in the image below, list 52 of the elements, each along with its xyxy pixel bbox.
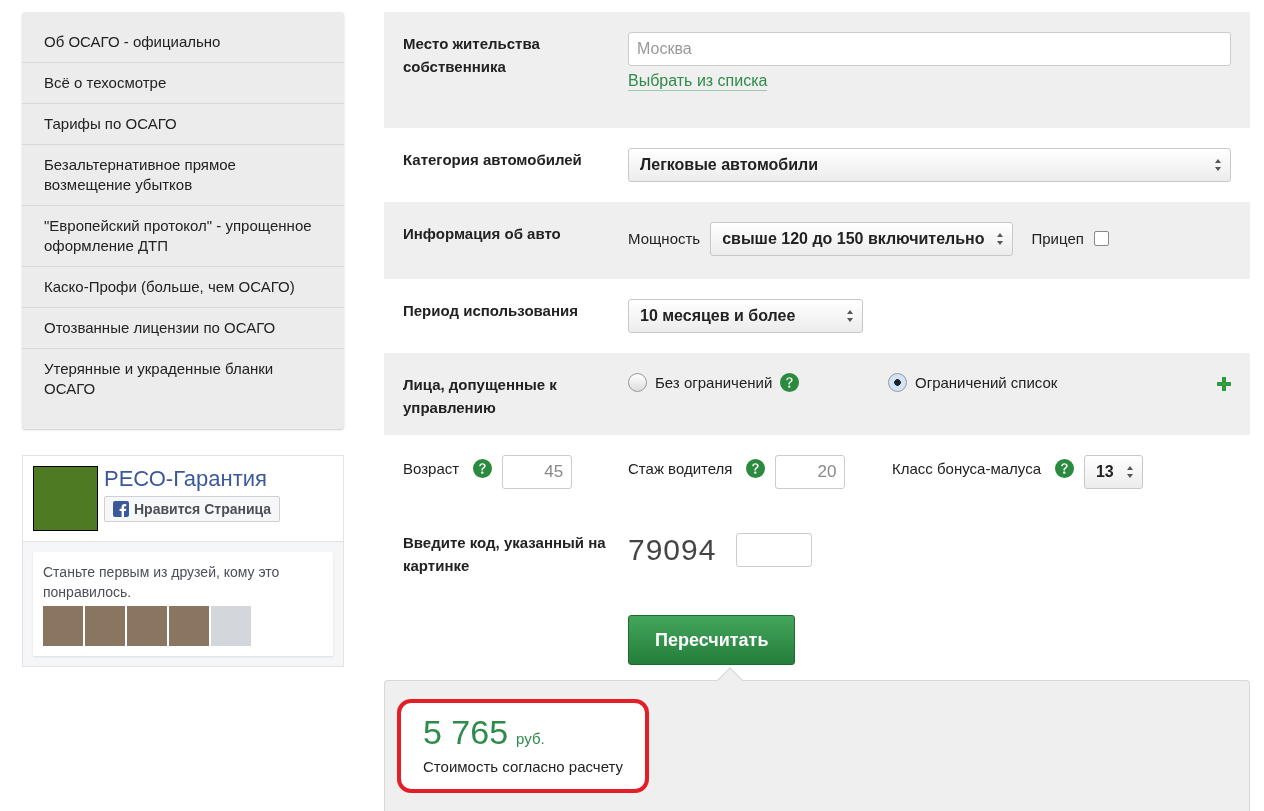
captcha-code: 79094 [628, 533, 717, 567]
sidebar-link[interactable]: Всё о техосмотре [22, 63, 344, 104]
friends-message: Станьте первым из друзей, кому это понравилось. [43, 563, 281, 602]
choose-from-list-link[interactable]: Выбрать из списка [628, 72, 768, 91]
sidebar-link[interactable]: "Европейский протокол" - упрощенное оформление ДТП [22, 206, 344, 267]
radio-button[interactable] [888, 373, 907, 392]
plus-icon[interactable] [1217, 377, 1231, 391]
field-label: Информация об авто [403, 224, 562, 244]
page-name-link[interactable]: РЕСО-Гарантия [104, 466, 281, 492]
select-arrows-icon [1125, 465, 1134, 479]
power-label: Мощность [628, 229, 701, 249]
help-icon[interactable] [780, 373, 800, 392]
field-label: Стаж водителя [628, 459, 733, 479]
field-label: Класс бонуса-малуса [892, 459, 1041, 479]
number-input[interactable]: 20 [775, 455, 846, 489]
field-label: Введите код, указанный на картинке [403, 533, 607, 576]
residence-input[interactable]: Москва [628, 32, 1231, 66]
captcha-input[interactable] [736, 533, 813, 567]
recalculate-button[interactable]: Пересчитать [628, 615, 796, 665]
radio-button[interactable] [628, 373, 647, 392]
field-label: Категория автомобилей [403, 150, 583, 170]
facebook-icon [113, 501, 129, 517]
sidebar-link[interactable]: Отозванные лицензии по ОСАГО [22, 308, 344, 349]
trailer-label: Прицеп [1031, 229, 1084, 249]
sidebar-link[interactable]: Тарифы по ОСАГО [22, 104, 344, 145]
field-label: Период использования [403, 301, 579, 321]
radio-label: Ограничений список [915, 374, 1058, 391]
help-icon[interactable] [746, 459, 766, 478]
currency-label: руб. [516, 730, 545, 747]
field-label: Лица, допущенные к управлению [403, 375, 558, 415]
sidebar-link[interactable]: Об ОСАГО - официально [22, 22, 344, 63]
radio-label: Без ограничений [655, 374, 773, 391]
category-select[interactable]: Легковые автомобили [628, 148, 1231, 182]
sidebar-link[interactable]: Каско-Профи (больше, чем ОСАГО) [22, 267, 344, 308]
like-button[interactable]: Нравится Страница [104, 496, 281, 522]
price-amount: 5 765 [423, 713, 509, 751]
price-caption: Стоимость согласно расчету [423, 758, 624, 775]
trailer-checkbox[interactable] [1093, 231, 1109, 246]
help-icon[interactable] [1054, 459, 1074, 478]
bonus-class-select[interactable]: 13 [1083, 455, 1143, 489]
field-label: Место жительства собственника [403, 34, 541, 77]
period-select[interactable]: 10 месяцев и более [628, 299, 863, 333]
power-select[interactable]: свыше 120 до 150 включительно [710, 222, 1014, 256]
select-arrows-icon [846, 309, 854, 323]
help-icon[interactable] [473, 459, 493, 478]
field-label: Возраст [403, 459, 460, 479]
sidebar-link[interactable]: Утерянные и украденные бланки ОСАГО [22, 349, 344, 409]
sidebar-link[interactable]: Безальтернативное прямое возмещение убытков [22, 145, 344, 206]
logo-image [33, 466, 98, 531]
select-arrows-icon [1214, 158, 1222, 172]
select-arrows-icon [996, 232, 1005, 246]
number-input[interactable]: 45 [502, 455, 573, 489]
